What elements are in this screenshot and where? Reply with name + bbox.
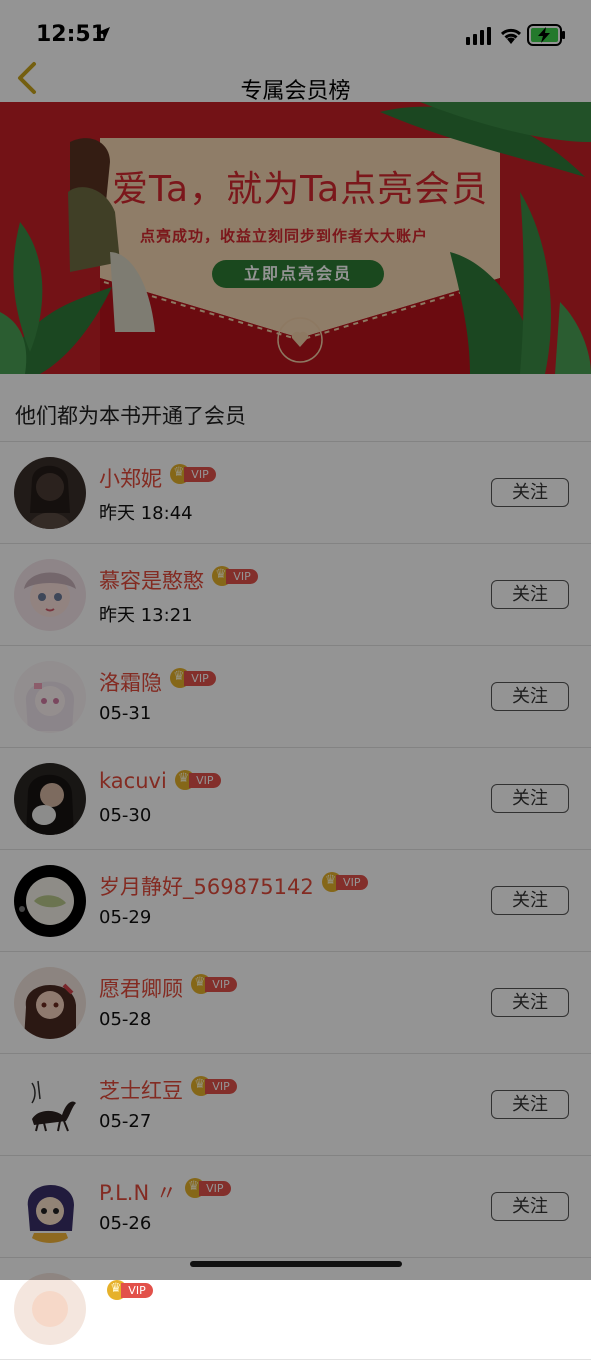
banner-title: 爱Ta，就为Ta点亮会员 xyxy=(112,169,489,210)
wifi-icon xyxy=(500,28,522,44)
member-time: 05-26 xyxy=(99,1213,152,1234)
member-name[interactable]: kacuviVIP xyxy=(99,769,221,793)
member-name[interactable]: P.L.N 〃VIP xyxy=(99,1177,231,1207)
member-time: 05-28 xyxy=(99,1009,152,1030)
avatar[interactable] xyxy=(14,661,86,733)
avatar[interactable] xyxy=(14,559,86,631)
list-item[interactable]: 小郑妮VIP 昨天 18:44 关注 xyxy=(0,442,591,544)
member-list: 小郑妮VIP 昨天 18:44 关注 慕容是憨憨VIP 昨天 13:21 关注 … xyxy=(0,442,591,1360)
vip-badge: VIP xyxy=(170,464,216,484)
banner-subtitle: 点亮成功，收益立刻同步到作者大大账户 xyxy=(140,227,429,245)
status-bar: 12:51 xyxy=(0,0,591,60)
location-arrow-icon xyxy=(96,27,110,41)
follow-button[interactable]: 关注 xyxy=(491,784,569,813)
avatar[interactable] xyxy=(14,763,86,835)
light-up-membership-button[interactable]: 立即点亮会员 xyxy=(212,260,384,288)
promo-banner[interactable]: 爱Ta，就为Ta点亮会员 点亮成功，收益立刻同步到作者大大账户 立即点亮会员 xyxy=(0,102,591,374)
list-item[interactable]: VIP xyxy=(0,1258,591,1360)
vip-badge: VIP xyxy=(184,1178,231,1198)
follow-button[interactable]: 关注 xyxy=(491,988,569,1017)
vip-badge: VIP xyxy=(191,974,237,994)
avatar[interactable] xyxy=(14,1069,86,1141)
avatar[interactable] xyxy=(14,1273,86,1345)
avatar[interactable] xyxy=(14,865,86,937)
follow-button[interactable]: 关注 xyxy=(491,886,569,915)
follow-button[interactable]: 关注 xyxy=(491,580,569,609)
member-time: 昨天 13:21 xyxy=(99,605,193,626)
member-name[interactable]: 愿君卿顾VIP xyxy=(99,973,237,1003)
list-item[interactable]: 岁月静好_569875142VIP 05-29 关注 xyxy=(0,850,591,952)
nav-bar: 专属会员榜 xyxy=(0,60,591,104)
member-name[interactable]: 岁月静好_569875142VIP xyxy=(99,871,368,901)
follow-button[interactable]: 关注 xyxy=(491,1192,569,1221)
battery-icon xyxy=(527,24,565,46)
member-time: 昨天 18:44 xyxy=(99,503,193,524)
vip-badge: VIP xyxy=(107,1280,153,1300)
vip-badge: VIP xyxy=(170,668,216,688)
list-item[interactable]: 慕容是憨憨VIP 昨天 13:21 关注 xyxy=(0,544,591,646)
list-item[interactable]: P.L.N 〃VIP 05-26 关注 xyxy=(0,1156,591,1258)
page-title: 专属会员榜 xyxy=(240,79,351,104)
list-item[interactable]: 愿君卿顾VIP 05-28 关注 xyxy=(0,952,591,1054)
member-time: 05-31 xyxy=(99,703,152,724)
member-name[interactable]: 小郑妮VIP xyxy=(99,463,216,493)
avatar[interactable] xyxy=(14,967,86,1039)
member-name[interactable]: 洛霜隐VIP xyxy=(99,667,216,697)
member-name[interactable]: 芝士红豆VIP xyxy=(99,1075,237,1105)
vip-badge: VIP xyxy=(191,1076,237,1096)
vip-badge: VIP xyxy=(212,566,258,586)
list-item[interactable]: 芝士红豆VIP 05-27 关注 xyxy=(0,1054,591,1156)
cellular-signal-icon xyxy=(466,27,491,45)
section-title: 他们都为本书开通了会员 xyxy=(15,404,246,428)
list-item[interactable]: kacuviVIP 05-30 关注 xyxy=(0,748,591,850)
avatar[interactable] xyxy=(14,1171,86,1243)
follow-button[interactable]: 关注 xyxy=(491,478,569,507)
home-indicator xyxy=(190,1261,402,1267)
avatar[interactable] xyxy=(14,457,86,529)
member-name[interactable]: 慕容是憨憨VIP xyxy=(99,565,258,595)
member-time: 05-29 xyxy=(99,907,152,928)
follow-button[interactable]: 关注 xyxy=(491,682,569,711)
member-name[interactable]: VIP xyxy=(99,1279,153,1303)
member-time: 05-27 xyxy=(99,1111,152,1132)
follow-button[interactable]: 关注 xyxy=(491,1090,569,1119)
member-time: 05-30 xyxy=(99,805,152,826)
vip-badge: VIP xyxy=(321,872,368,892)
vip-badge: VIP xyxy=(174,770,221,790)
list-item[interactable]: 洛霜隐VIP 05-31 关注 xyxy=(0,646,591,748)
